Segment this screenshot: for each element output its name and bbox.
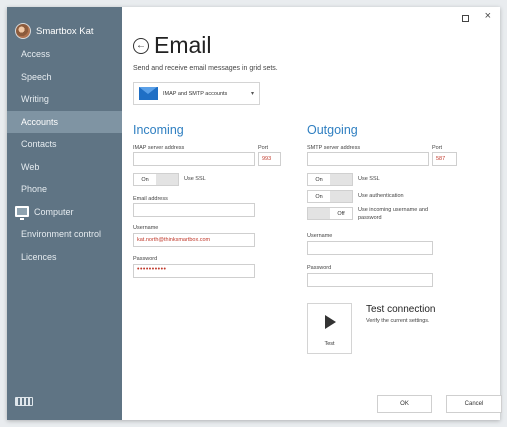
chevron-down-icon: ▾	[250, 91, 254, 97]
keyboard-icon[interactable]	[15, 397, 33, 406]
incoming-heading: Incoming	[133, 123, 184, 137]
authentication-toggle[interactable]: On	[307, 190, 353, 203]
test-button-label: Test	[324, 341, 335, 347]
sidebar-item-environment-control[interactable]: Environment control	[7, 223, 122, 246]
sidebar-item-web[interactable]: Web	[7, 156, 122, 179]
authentication-label: Use authentication	[358, 193, 404, 199]
outgoing-username-input[interactable]	[307, 241, 433, 255]
outgoing-port-label: Port	[432, 145, 443, 151]
toggle-state: On	[308, 191, 330, 202]
outgoing-username-label: Username	[307, 233, 333, 239]
toggle-state: On	[134, 174, 156, 185]
smtp-server-input[interactable]	[307, 152, 429, 166]
settings-window: Smartbox Kat Access Speech Writing Accou…	[7, 7, 502, 420]
incoming-password-input[interactable]: ••••••••••	[133, 264, 255, 278]
test-connection-description: Verify the current settings.	[366, 318, 430, 324]
sidebar-item-phone[interactable]: Phone	[7, 178, 122, 201]
main-panel: × ← Email Send and receive email message…	[122, 7, 502, 420]
toggle-state: On	[308, 174, 330, 185]
sidebar-item-access[interactable]: Access	[7, 43, 122, 66]
mail-icon	[139, 87, 158, 100]
outgoing-password-label: Password	[307, 265, 332, 271]
test-connection-title: Test connection	[366, 304, 436, 315]
page-title: Email	[154, 32, 212, 58]
toggle-track	[330, 191, 352, 202]
sidebar-user[interactable]: Smartbox Kat	[7, 7, 122, 43]
sidebar-item-speech[interactable]: Speech	[7, 66, 122, 89]
sidebar-item-computer[interactable]: Computer	[7, 201, 122, 224]
incoming-ssl-toggle[interactable]: On	[133, 173, 179, 186]
title-row: ← Email	[133, 32, 212, 59]
sidebar-item-label: Computer	[34, 206, 74, 217]
incoming-ssl-label: Use SSL	[184, 176, 206, 182]
imap-server-input[interactable]	[133, 152, 255, 166]
sidebar-item-accounts[interactable]: Accounts	[7, 110, 122, 133]
reuse-credentials-label: Use incoming username and password	[358, 207, 429, 221]
ok-button[interactable]: OK	[377, 395, 432, 413]
incoming-port-input[interactable]: 993	[258, 152, 281, 166]
close-button[interactable]: ×	[485, 10, 491, 22]
outgoing-ssl-toggle[interactable]: On	[307, 173, 353, 186]
email-address-input[interactable]	[133, 203, 255, 217]
account-type-value: IMAP and SMTP accounts	[163, 90, 228, 97]
page-subtitle: Send and receive email messages in grid …	[133, 65, 278, 72]
outgoing-port-input[interactable]: 587	[432, 152, 457, 166]
sidebar-item-licences[interactable]: Licences	[7, 246, 122, 269]
user-name: Smartbox Kat	[36, 25, 94, 37]
incoming-username-input[interactable]: kat.north@thinksmartbox.com	[133, 233, 255, 247]
play-icon	[325, 315, 336, 329]
maximize-button[interactable]	[462, 15, 469, 22]
account-type-dropdown[interactable]: IMAP and SMTP accounts ▾	[133, 82, 260, 105]
back-arrow-icon[interactable]: ←	[133, 37, 149, 54]
incoming-username-label: Username	[133, 225, 159, 231]
toggle-track	[330, 174, 352, 185]
toggle-state: Off	[330, 208, 352, 219]
avatar	[15, 23, 31, 39]
sidebar-item-writing[interactable]: Writing	[7, 88, 122, 111]
outgoing-password-input[interactable]	[307, 273, 433, 287]
incoming-password-label: Password	[133, 256, 158, 262]
outgoing-heading: Outgoing	[307, 123, 358, 137]
reuse-credentials-toggle[interactable]: Off	[307, 207, 353, 220]
smtp-server-label: SMTP server address	[307, 145, 361, 151]
toggle-track	[308, 208, 330, 219]
outgoing-ssl-label: Use SSL	[358, 176, 380, 182]
computer-icon	[15, 206, 29, 221]
sidebar: Smartbox Kat Access Speech Writing Accou…	[7, 7, 122, 420]
cancel-button[interactable]: Cancel	[446, 395, 502, 413]
toggle-track	[156, 174, 178, 185]
test-connection-button[interactable]: Test	[307, 303, 352, 354]
incoming-port-label: Port	[258, 145, 269, 151]
imap-server-label: IMAP server address	[133, 145, 185, 151]
sidebar-item-contacts[interactable]: Contacts	[7, 133, 122, 156]
email-address-label: Email address	[133, 196, 168, 202]
